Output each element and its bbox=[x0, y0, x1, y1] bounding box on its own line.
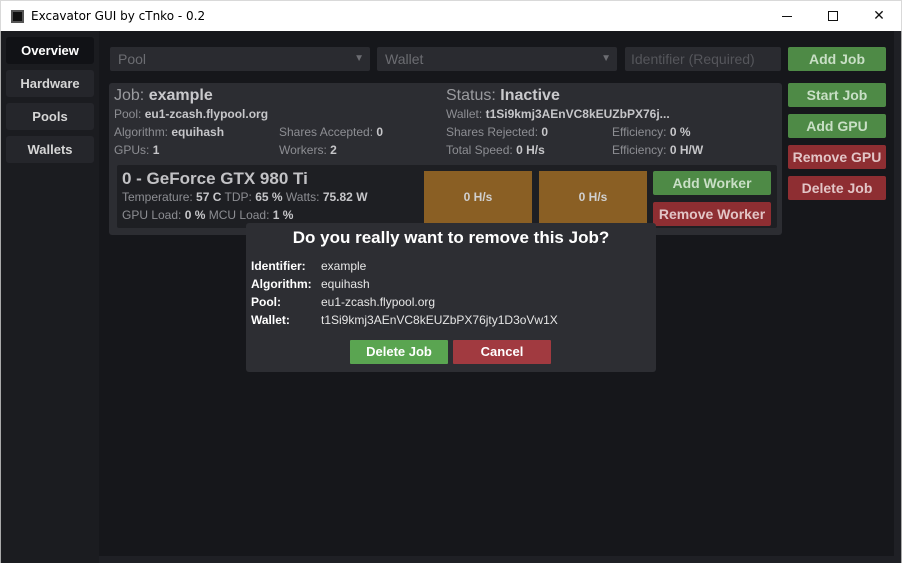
gpu-card: 0 - GeForce GTX 980 Ti Temperature: 57 C… bbox=[117, 165, 777, 228]
sidebar-item-overview[interactable]: Overview bbox=[6, 37, 94, 64]
sidebar-item-pools[interactable]: Pools bbox=[6, 103, 94, 130]
dialog-value-algorithm: equihash bbox=[321, 277, 370, 291]
maximize-icon bbox=[828, 11, 838, 21]
title-bar: Excavator GUI by cTnko - 0.2 ✕ bbox=[0, 0, 902, 31]
remove-worker-button[interactable]: Remove Worker bbox=[653, 202, 771, 226]
window-title: Excavator GUI by cTnko - 0.2 bbox=[31, 9, 206, 23]
add-job-button[interactable]: Add Job bbox=[788, 47, 886, 71]
identifier-input[interactable]: Identifier (Required) bbox=[625, 47, 781, 71]
job-efficiency: Efficiency: 0 % bbox=[612, 125, 691, 139]
app-icon bbox=[11, 10, 24, 23]
minimize-button[interactable] bbox=[764, 1, 810, 32]
chevron-down-icon: ▼ bbox=[354, 53, 364, 64]
dialog-title: Do you really want to remove this Job? bbox=[292, 228, 610, 247]
gpu-stats: Temperature: 57 C TDP: 65 % Watts: 75.82… bbox=[122, 190, 368, 204]
dialog-value-identifier: example bbox=[321, 259, 367, 273]
job-card: Job: example Status: Inactive Pool: eu1-… bbox=[109, 83, 782, 235]
maximize-button[interactable] bbox=[810, 1, 856, 32]
sidebar-item-hardware[interactable]: Hardware bbox=[6, 70, 94, 97]
delete-job-button[interactable]: Delete Job bbox=[788, 176, 886, 200]
job-wallet: Wallet: t1Si9kmj3AEnVC8kEUZbPX76j... bbox=[446, 107, 670, 121]
dialog-value-wallet: t1Si9kmj3AEnVC8kEUZbPX76jty1D3oVw1X bbox=[321, 313, 558, 327]
chevron-down-icon: ▼ bbox=[601, 53, 611, 64]
minimize-icon bbox=[782, 15, 792, 17]
job-efficiency-hw: Efficiency: 0 H/W bbox=[612, 143, 704, 157]
job-title: Job: example bbox=[114, 87, 213, 104]
job-pool: Pool: eu1-zcash.flypool.org bbox=[114, 107, 269, 121]
dialog-label-identifier: Identifier: bbox=[251, 259, 306, 273]
dialog-label-algorithm: Algorithm: bbox=[251, 277, 312, 291]
close-button[interactable]: ✕ bbox=[856, 1, 902, 32]
add-worker-button[interactable]: Add Worker bbox=[653, 171, 771, 195]
dialog-label-pool: Pool: bbox=[251, 295, 281, 309]
identifier-placeholder: Identifier (Required) bbox=[631, 51, 755, 67]
worker-hashrate-tile[interactable]: 0 H/s bbox=[424, 171, 532, 223]
sidebar: Overview Hardware Pools Wallets bbox=[1, 31, 99, 563]
confirm-delete-button[interactable]: Delete Job bbox=[350, 340, 448, 364]
job-gpus: GPUs: 1 bbox=[114, 143, 160, 157]
job-name: example bbox=[148, 87, 213, 104]
worker-hashrate-tile[interactable]: 0 H/s bbox=[539, 171, 647, 223]
close-icon: ✕ bbox=[873, 8, 885, 24]
job-algorithm: Algorithm: equihash bbox=[114, 125, 225, 139]
job-workers: Workers: 2 bbox=[279, 143, 337, 157]
wallet-select[interactable]: Wallet ▼ bbox=[377, 47, 617, 71]
gpu-load-stats: GPU Load: 0 % MCU Load: 1 % bbox=[122, 208, 294, 222]
confirm-dialog: Do you really want to remove this Job? I… bbox=[246, 223, 656, 372]
job-status: Status: Inactive bbox=[446, 87, 560, 104]
job-shares-accepted: Shares Accepted: 0 bbox=[279, 125, 384, 139]
cancel-button[interactable]: Cancel bbox=[453, 340, 551, 364]
sidebar-item-wallets[interactable]: Wallets bbox=[6, 136, 94, 163]
pool-select[interactable]: Pool ▼ bbox=[110, 47, 370, 71]
add-gpu-button[interactable]: Add GPU bbox=[788, 114, 886, 138]
gpu-name: 0 - GeForce GTX 980 Ti bbox=[122, 169, 308, 188]
job-shares-rejected: Shares Rejected: 0 bbox=[446, 125, 549, 139]
start-job-button[interactable]: Start Job bbox=[788, 83, 886, 107]
dialog-value-pool: eu1-zcash.flypool.org bbox=[321, 295, 436, 309]
pool-select-placeholder: Pool bbox=[118, 51, 147, 67]
wallet-select-placeholder: Wallet bbox=[385, 51, 424, 67]
job-total-speed: Total Speed: 0 H/s bbox=[446, 143, 545, 157]
remove-gpu-button[interactable]: Remove GPU bbox=[788, 145, 886, 169]
dialog-label-wallet: Wallet: bbox=[251, 313, 290, 327]
status-value: Inactive bbox=[500, 87, 560, 104]
